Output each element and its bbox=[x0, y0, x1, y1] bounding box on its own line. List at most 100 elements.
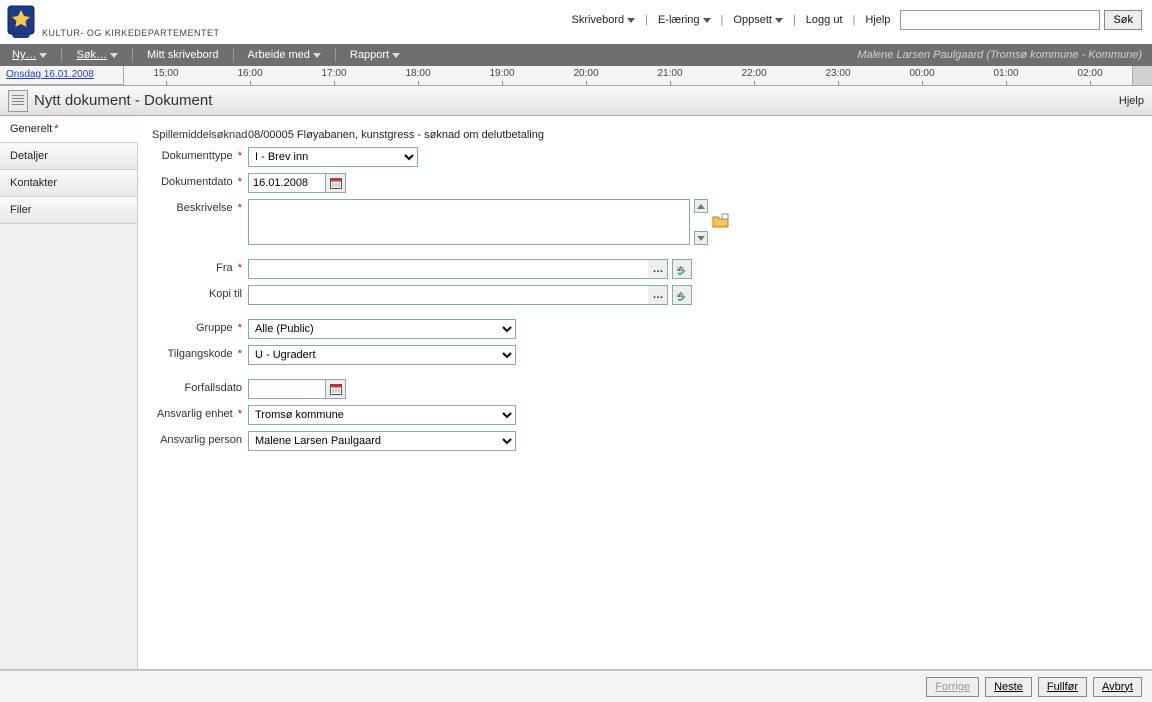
timeline-tick: 16:00 bbox=[208, 66, 292, 85]
shield-icon bbox=[6, 4, 36, 40]
tab-filer[interactable]: Filer bbox=[0, 197, 137, 224]
tab-generelt[interactable]: Generelt* bbox=[0, 116, 138, 143]
search-box: Søk bbox=[900, 10, 1142, 30]
help-link[interactable]: Hjelp bbox=[1119, 95, 1144, 107]
document-icon bbox=[8, 90, 28, 112]
menu-arbeide-med[interactable]: Arbeide med bbox=[242, 49, 327, 61]
chevron-down-icon bbox=[110, 53, 118, 58]
nav-elaering[interactable]: E-læring bbox=[656, 12, 713, 28]
label-beskrivelse: Beskrivelse * bbox=[152, 199, 248, 214]
form-area: Spillemiddelsøknad 08/00005 Fløyabanen, … bbox=[138, 116, 1152, 669]
select-ansvarlig-person[interactable]: Malene Larsen Paulgaard bbox=[248, 431, 516, 451]
timeline-tick: 22:00 bbox=[712, 66, 796, 85]
timeline-scroll-handle[interactable] bbox=[1132, 66, 1152, 85]
timeline-tick: 01:00 bbox=[964, 66, 1048, 85]
nav-oppsett[interactable]: Oppsett bbox=[731, 12, 785, 28]
select-dokumenttype[interactable]: I - Brev inn bbox=[248, 147, 418, 167]
spellcheck-button[interactable]: ab bbox=[672, 285, 692, 305]
calendar-icon[interactable] bbox=[325, 174, 345, 192]
tab-kontakter[interactable]: Kontakter bbox=[0, 170, 137, 197]
nav-skrivebord[interactable]: Skrivebord bbox=[570, 12, 638, 28]
chevron-down-icon bbox=[392, 53, 400, 58]
search-input[interactable] bbox=[900, 10, 1100, 30]
avbryt-button[interactable]: Avbryt bbox=[1093, 677, 1142, 697]
spellcheck-icon: ab bbox=[676, 289, 688, 301]
timeline-tick: 18:00 bbox=[376, 66, 460, 85]
date-field-forfallsdato bbox=[248, 379, 346, 399]
search-button[interactable]: Søk bbox=[1104, 10, 1142, 30]
page-title: Nytt dokument - Dokument bbox=[34, 92, 212, 109]
wizard-footer: Forrige Neste Fullfør Avbryt bbox=[0, 670, 1152, 702]
org-logo-block: KULTUR- OG KIRKEDEPARTEMENTET bbox=[6, 4, 220, 40]
input-fra[interactable] bbox=[248, 259, 648, 279]
chevron-down-icon bbox=[313, 53, 321, 58]
label-spillemiddel: Spillemiddelsøknad bbox=[152, 126, 248, 141]
menu-rapport[interactable]: Rapport bbox=[344, 49, 406, 61]
input-dokumentdato[interactable] bbox=[249, 174, 325, 192]
chevron-down-icon bbox=[775, 18, 783, 23]
side-tabs: Generelt* Detaljer Kontakter Filer bbox=[0, 116, 138, 669]
tab-label: Filer bbox=[10, 204, 31, 216]
menu-bar: Ny… Søk… Mitt skrivebord Arbeide med Rap… bbox=[0, 44, 1152, 66]
fullfor-button[interactable]: Fullfør bbox=[1038, 677, 1087, 697]
neste-button[interactable]: Neste bbox=[985, 677, 1032, 697]
label-ansvarlig-enhet: Ansvarlig enhet * bbox=[152, 405, 248, 420]
required-marker: * bbox=[54, 123, 58, 135]
browse-button[interactable]: … bbox=[648, 259, 668, 279]
timeline-date[interactable]: Onsdag 16.01.2008 bbox=[0, 66, 124, 85]
timeline-tick: 19:00 bbox=[460, 66, 544, 85]
label-forfallsdato: Forfallsdato bbox=[152, 379, 248, 394]
label-dokumenttype: Dokumenttype * bbox=[152, 147, 248, 162]
tab-detaljer[interactable]: Detaljer bbox=[0, 143, 137, 170]
label-ansvarlig-person: Ansvarlig person bbox=[152, 431, 248, 446]
select-gruppe[interactable]: Alle (Public) bbox=[248, 319, 516, 339]
label-fra: Fra * bbox=[152, 259, 248, 274]
menu-mitt-skrivebord[interactable]: Mitt skrivebord bbox=[141, 49, 225, 61]
spin-up-button[interactable] bbox=[694, 199, 708, 213]
timeline-tick: 20:00 bbox=[544, 66, 628, 85]
timeline-tick: 02:00 bbox=[1048, 66, 1132, 85]
tab-label: Detaljer bbox=[10, 150, 48, 162]
label-kopi-til: Kopi til bbox=[152, 285, 248, 300]
tab-label: Kontakter bbox=[10, 177, 57, 189]
spellcheck-icon: ab bbox=[676, 263, 688, 275]
nav-loggut[interactable]: Logg ut bbox=[804, 12, 845, 28]
label-gruppe: Gruppe * bbox=[152, 319, 248, 334]
current-user-label: Malene Larsen Paulgaard (Tromsø kommune … bbox=[857, 49, 1142, 61]
date-field-dokumentdato bbox=[248, 173, 346, 193]
timeline-tick: 00:00 bbox=[880, 66, 964, 85]
select-tilgangskode[interactable]: U - Ugradert bbox=[248, 345, 516, 365]
triangle-down-icon bbox=[697, 236, 705, 241]
value-spillemiddel: 08/00005 Fløyabanen, kunstgress - søknad… bbox=[248, 126, 544, 141]
top-nav: Skrivebord | E-læring | Oppsett | Logg u… bbox=[570, 4, 1142, 30]
browse-button[interactable]: … bbox=[648, 285, 668, 305]
org-name: KULTUR- OG KIRKEDEPARTEMENTET bbox=[42, 28, 220, 38]
label-dokumentdato: Dokumentdato * bbox=[152, 173, 248, 188]
textarea-beskrivelse[interactable] bbox=[248, 199, 690, 245]
timeline-tick: 21:00 bbox=[628, 66, 712, 85]
timeline-tick: 17:00 bbox=[292, 66, 376, 85]
chevron-down-icon bbox=[703, 18, 711, 23]
timeline-tick: 15:00 bbox=[124, 66, 208, 85]
spin-down-button[interactable] bbox=[694, 231, 708, 245]
nav-hjelp[interactable]: Hjelp bbox=[863, 12, 892, 28]
timeline-ticks[interactable]: 15:00 16:00 17:00 18:00 19:00 20:00 21:0… bbox=[124, 66, 1132, 85]
chevron-down-icon bbox=[39, 53, 47, 58]
spellcheck-button[interactable]: ab bbox=[672, 259, 692, 279]
tab-label: Generelt bbox=[10, 123, 52, 135]
menu-sok[interactable]: Søk… bbox=[70, 49, 124, 61]
folder-icon[interactable] bbox=[712, 213, 730, 232]
calendar-icon[interactable] bbox=[325, 380, 345, 398]
menu-ny[interactable]: Ny… bbox=[6, 49, 53, 61]
forrige-button: Forrige bbox=[926, 677, 979, 697]
ellipsis-icon: … bbox=[653, 263, 663, 275]
select-ansvarlig-enhet[interactable]: Tromsø kommune bbox=[248, 405, 516, 425]
input-forfallsdato[interactable] bbox=[249, 380, 325, 398]
ellipsis-icon: … bbox=[653, 289, 663, 301]
timeline-tick: 23:00 bbox=[796, 66, 880, 85]
title-bar: Nytt dokument - Dokument Hjelp bbox=[0, 86, 1152, 116]
timeline: Onsdag 16.01.2008 15:00 16:00 17:00 18:0… bbox=[0, 66, 1152, 86]
chevron-down-icon bbox=[627, 18, 635, 23]
input-kopi-til[interactable] bbox=[248, 285, 648, 305]
label-tilgangskode: Tilgangskode * bbox=[152, 345, 248, 360]
